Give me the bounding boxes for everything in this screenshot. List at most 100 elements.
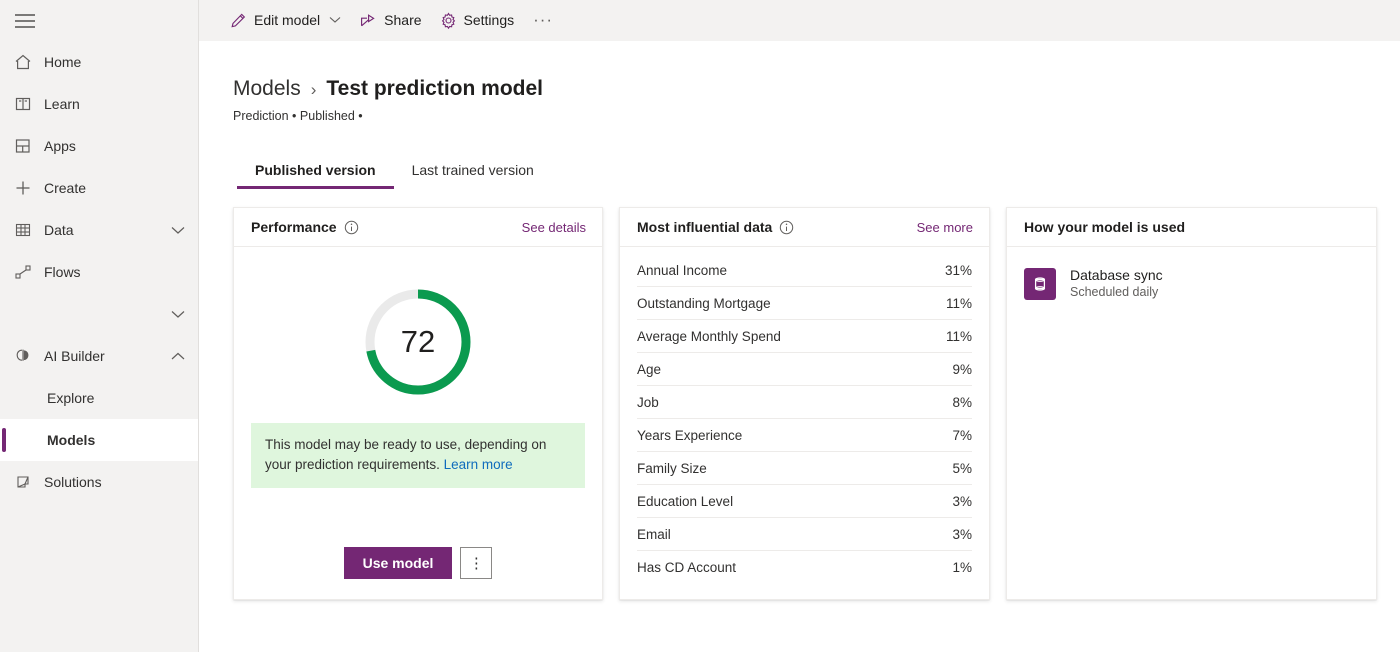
share-button[interactable]: Share xyxy=(350,4,430,36)
influential-data-list: Annual Income 31% Outstanding Mortgage 1… xyxy=(620,254,989,584)
usage-item-subtitle: Scheduled daily xyxy=(1070,284,1163,301)
performance-card-footer: Use model ⋮ xyxy=(327,547,510,599)
influence-name: Family Size xyxy=(637,461,707,476)
chevron-down-icon[interactable] xyxy=(329,16,341,24)
edit-model-label: Edit model xyxy=(254,12,320,28)
sidebar-item-learn[interactable]: Learn xyxy=(0,83,198,125)
sidebar-item-label: Flows xyxy=(40,264,188,280)
influence-name: Average Monthly Spend xyxy=(637,329,781,344)
table-row: Years Experience 7% xyxy=(637,419,972,452)
influence-value: 3% xyxy=(952,527,972,542)
sidebar-item-models[interactable]: Models xyxy=(0,419,198,461)
settings-button[interactable]: Settings xyxy=(431,4,524,36)
tab-last-trained-version[interactable]: Last trained version xyxy=(394,153,552,189)
influence-name: Job xyxy=(637,395,659,410)
table-row: Outstanding Mortgage 11% xyxy=(637,287,972,320)
model-usage-card: How your model is used xyxy=(1006,207,1377,600)
table-row: Family Size 5% xyxy=(637,452,972,485)
home-icon xyxy=(14,53,40,71)
sidebar: Home Learn Apps xyxy=(0,0,199,652)
share-icon xyxy=(359,12,377,29)
usage-title: How your model is used xyxy=(1024,219,1185,235)
chevron-down-icon[interactable] xyxy=(168,226,188,235)
sidebar-item-label: Apps xyxy=(40,138,188,154)
edit-model-button[interactable]: Edit model xyxy=(221,4,350,36)
table-row: Education Level 3% xyxy=(637,485,972,518)
influential-card-header: Most influential data See more xyxy=(620,208,989,247)
sidebar-item-ai-builder[interactable]: AI Builder xyxy=(0,335,198,377)
settings-label: Settings xyxy=(464,12,515,28)
influence-name: Has CD Account xyxy=(637,560,736,575)
sidebar-item-home[interactable]: Home xyxy=(0,41,198,83)
breadcrumb-separator-icon: › xyxy=(311,80,317,100)
hamburger-menu-button[interactable] xyxy=(0,0,198,41)
see-details-link[interactable]: See details xyxy=(522,220,586,235)
influence-value: 3% xyxy=(952,494,972,509)
chevron-down-icon[interactable] xyxy=(168,310,188,319)
hamburger-icon xyxy=(15,14,35,28)
list-item[interactable]: Database sync Scheduled daily xyxy=(1024,266,1359,301)
usage-card-header: How your model is used xyxy=(1007,208,1376,247)
chevron-up-icon[interactable] xyxy=(168,352,188,361)
table-row: Average Monthly Spend 11% xyxy=(637,320,972,353)
performance-card-header: Performance See details xyxy=(234,208,602,247)
performance-title: Performance xyxy=(251,219,337,235)
solutions-icon xyxy=(14,473,40,491)
book-icon xyxy=(14,95,40,113)
influential-title: Most influential data xyxy=(637,219,772,235)
pencil-icon xyxy=(230,12,247,29)
sidebar-item-apps[interactable]: Apps xyxy=(0,125,198,167)
performance-title-group: Performance xyxy=(251,219,359,235)
influence-value: 31% xyxy=(945,263,972,278)
info-icon[interactable] xyxy=(344,220,359,235)
influence-name: Years Experience xyxy=(637,428,742,443)
table-row: Age 9% xyxy=(637,353,972,386)
breadcrumb: Models › Test prediction model xyxy=(233,41,1400,101)
usage-list: Database sync Scheduled daily xyxy=(1007,247,1376,320)
share-label: Share xyxy=(384,12,421,28)
app-root: Home Learn Apps xyxy=(0,0,1400,652)
tab-published-version[interactable]: Published version xyxy=(237,153,394,189)
sidebar-item-flows[interactable]: Flows xyxy=(0,251,198,293)
influential-title-group: Most influential data xyxy=(637,219,794,235)
sidebar-item-label: Solutions xyxy=(40,474,188,490)
influence-value: 7% xyxy=(952,428,972,443)
influence-value: 5% xyxy=(952,461,972,476)
influence-name: Email xyxy=(637,527,671,542)
sidebar-item-label: Create xyxy=(40,180,188,196)
influence-name: Age xyxy=(637,362,661,377)
most-influential-data-card: Most influential data See more Annual In… xyxy=(619,207,990,600)
sidebar-collapse-group-toggle[interactable] xyxy=(0,293,198,335)
performance-more-options-button[interactable]: ⋮ xyxy=(460,547,492,579)
table-row: Email 3% xyxy=(637,518,972,551)
gauge-score-value: 72 xyxy=(362,286,474,398)
performance-gauge: 72 xyxy=(362,286,474,398)
command-bar: Edit model Share xyxy=(199,0,1400,41)
sidebar-item-label: Explore xyxy=(43,390,188,406)
sidebar-item-create[interactable]: Create xyxy=(0,167,198,209)
influence-name: Education Level xyxy=(637,494,733,509)
sidebar-item-explore[interactable]: Explore xyxy=(0,377,198,419)
readiness-banner: This model may be ready to use, dependin… xyxy=(251,423,585,488)
more-commands-button[interactable]: ··· xyxy=(523,4,563,36)
main-content: Edit model Share xyxy=(199,0,1400,652)
flows-icon xyxy=(14,263,40,281)
influence-value: 11% xyxy=(946,329,972,344)
table-row: Has CD Account 1% xyxy=(637,551,972,584)
apps-grid-icon xyxy=(14,137,40,155)
use-model-button[interactable]: Use model xyxy=(344,547,453,579)
see-more-link[interactable]: See more xyxy=(917,220,973,235)
sidebar-item-solutions[interactable]: Solutions xyxy=(0,461,198,503)
learn-more-link[interactable]: Learn more xyxy=(444,457,513,472)
version-tabs: Published version Last trained version xyxy=(237,153,1400,189)
usage-item-name: Database sync xyxy=(1070,266,1163,284)
usage-title-group: How your model is used xyxy=(1024,219,1185,235)
influence-value: 11% xyxy=(946,296,972,311)
table-row: Annual Income 31% xyxy=(637,254,972,287)
influence-name: Outstanding Mortgage xyxy=(637,296,771,311)
breadcrumb-models-link[interactable]: Models xyxy=(233,77,301,101)
usage-item-text: Database sync Scheduled daily xyxy=(1070,266,1163,301)
info-icon[interactable] xyxy=(779,220,794,235)
sidebar-item-data[interactable]: Data xyxy=(0,209,198,251)
influence-value: 9% xyxy=(952,362,972,377)
